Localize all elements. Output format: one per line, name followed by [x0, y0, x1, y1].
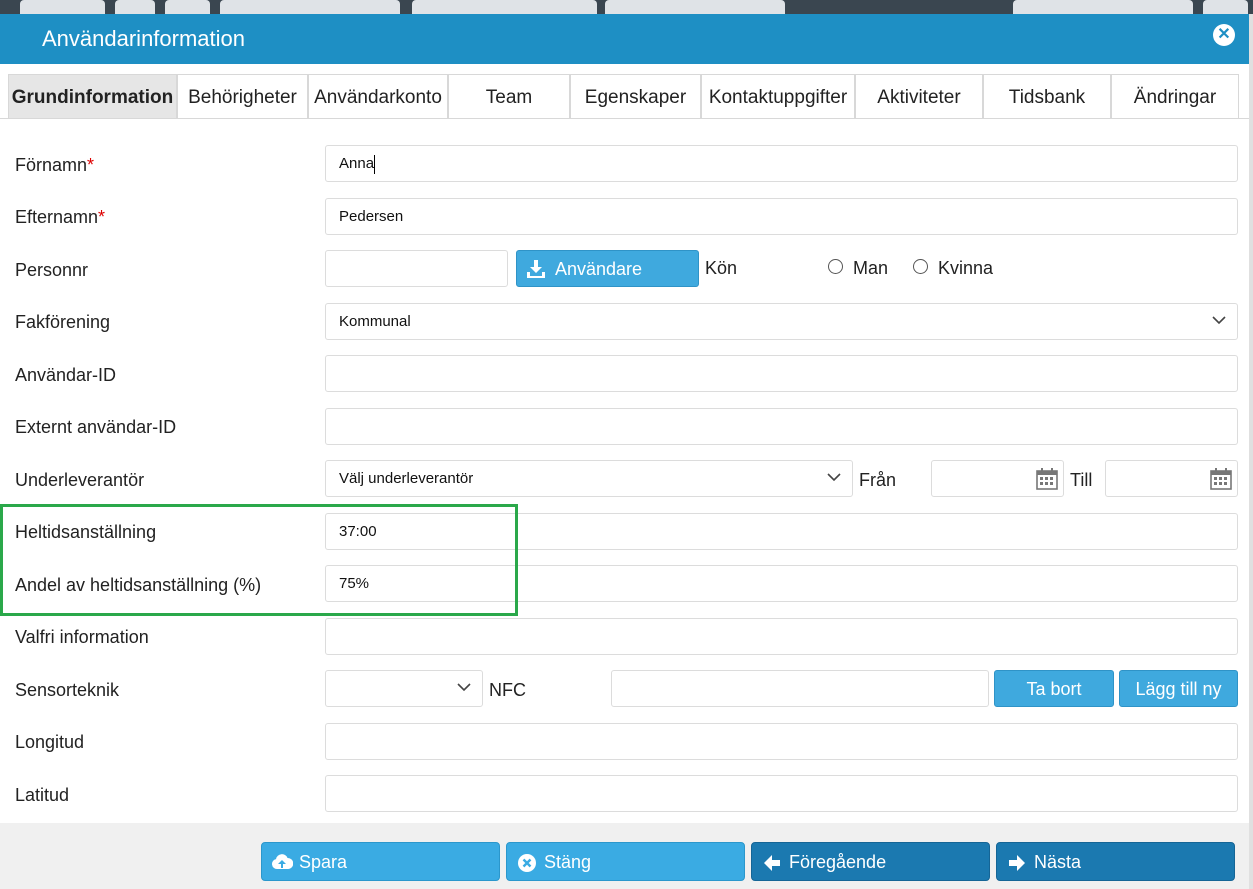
till-date-field[interactable]: [1105, 460, 1238, 497]
fran-label: Från: [859, 470, 897, 490]
tab-anvandarkonto[interactable]: Användarkonto: [308, 74, 448, 118]
background-tab: [1013, 0, 1193, 14]
fornamn-label: Förnamn*: [15, 155, 95, 175]
cloud-upload-icon: [272, 854, 293, 869]
chevron-down-icon: [457, 683, 471, 692]
previous-button[interactable]: Föregående: [751, 842, 990, 881]
valfri-label: Valfri information: [15, 627, 149, 647]
tab-grundinformation[interactable]: Grundinformation: [8, 74, 177, 118]
radio-man[interactable]: [828, 259, 843, 274]
underleverantor-select[interactable]: Välj underleverantör: [325, 460, 853, 497]
longitud-label: Longitud: [15, 732, 85, 752]
valfri-field[interactable]: [325, 618, 1238, 655]
background-tab: [220, 0, 400, 14]
close-icon[interactable]: ✕: [1213, 24, 1235, 46]
longitud-field[interactable]: [325, 723, 1238, 760]
save-label: Spara: [299, 852, 348, 872]
fakforening-label: Fakförening: [15, 312, 111, 332]
close-button[interactable]: Stäng: [506, 842, 745, 881]
calendar-icon[interactable]: [1209, 467, 1233, 491]
personnr-label: Personnr: [15, 260, 89, 280]
background-tab: [412, 0, 597, 14]
fran-date-field[interactable]: [931, 460, 1064, 497]
scrollbar[interactable]: [1249, 14, 1253, 889]
chevron-down-icon: [827, 473, 841, 482]
background-tab: [1203, 0, 1248, 14]
highlight-box: [0, 504, 518, 616]
sensorteknik-label: Sensorteknik: [15, 680, 120, 700]
chevron-down-icon: [1212, 316, 1226, 325]
tab-behorigheter[interactable]: Behörigheter: [177, 74, 308, 118]
kon-label: Kön: [705, 258, 738, 278]
download-icon: [527, 260, 545, 278]
externt-id-label: Externt användar-ID: [15, 417, 177, 437]
dialog-titlebar: Användarinformation ✕: [0, 14, 1249, 64]
background-tab: [20, 0, 105, 14]
add-new-button[interactable]: Lägg till ny: [1119, 670, 1238, 707]
anvandar-id-field[interactable]: [325, 355, 1238, 392]
till-label: Till: [1070, 470, 1093, 490]
latitud-label: Latitud: [15, 785, 70, 805]
background-tab: [605, 0, 785, 14]
arrow-right-icon: [1009, 855, 1025, 871]
underleverantor-label: Underleverantör: [15, 470, 145, 490]
close-label: Stäng: [544, 852, 592, 872]
sensorteknik-select[interactable]: [325, 670, 483, 707]
user-info-dialog: Användarinformation ✕ Grundinformation B…: [0, 14, 1249, 889]
background-tab: [115, 0, 155, 14]
required-mark: *: [87, 155, 95, 175]
tab-team[interactable]: Team: [448, 74, 570, 118]
tab-andringar[interactable]: Ändringar: [1111, 74, 1239, 118]
fornamn-field[interactable]: Anna: [325, 145, 1238, 182]
previous-label: Föregående: [789, 852, 887, 872]
basic-info-form: Förnamn* Anna Efternamn* Pedersen Person…: [0, 119, 1249, 823]
radio-man-label: Man: [853, 258, 889, 278]
efternamn-field[interactable]: Pedersen: [325, 198, 1238, 235]
radio-kvinna[interactable]: [913, 259, 928, 274]
next-button[interactable]: Nästa: [996, 842, 1235, 881]
close-circle-icon: [518, 854, 536, 872]
fornamn-value: Anna: [339, 155, 375, 172]
dialog-title: Användarinformation: [42, 26, 246, 51]
personnr-field[interactable]: [325, 250, 508, 287]
latitud-field[interactable]: [325, 775, 1238, 812]
anvandar-id-label: Användar-ID: [15, 365, 117, 385]
required-mark: *: [98, 207, 106, 227]
text-cursor: [374, 154, 376, 174]
tab-aktiviteter[interactable]: Aktiviteter: [855, 74, 983, 118]
efternamn-label: Efternamn*: [15, 207, 106, 227]
nfc-label: NFC: [489, 680, 526, 700]
calendar-icon[interactable]: [1035, 467, 1059, 491]
dialog-footer: Spara Stäng Föregående Nästa: [0, 823, 1249, 889]
arrow-left-icon: [764, 855, 780, 871]
tab-kontaktuppgifter[interactable]: Kontaktuppgifter: [701, 74, 855, 118]
remove-button[interactable]: Ta bort: [994, 670, 1114, 707]
tab-egenskaper[interactable]: Egenskaper: [570, 74, 701, 118]
import-user-label: Användare: [555, 259, 643, 279]
tab-bar: Grundinformation Behörigheter Användarko…: [0, 64, 1249, 119]
fakforening-value: Kommunal: [339, 313, 411, 330]
nfc-field[interactable]: [611, 670, 989, 707]
radio-kvinna-label: Kvinna: [938, 258, 994, 278]
background-tab-strip: [0, 0, 1253, 14]
save-button[interactable]: Spara: [261, 842, 500, 881]
background-tab: [165, 0, 210, 14]
externt-id-field[interactable]: [325, 408, 1238, 445]
underleverantor-placeholder: Välj underleverantör: [339, 470, 474, 487]
next-label: Nästa: [1034, 852, 1082, 872]
fakforening-select[interactable]: Kommunal: [325, 303, 1238, 340]
tab-tidsbank[interactable]: Tidsbank: [983, 74, 1111, 118]
import-user-button[interactable]: Användare: [516, 250, 699, 287]
